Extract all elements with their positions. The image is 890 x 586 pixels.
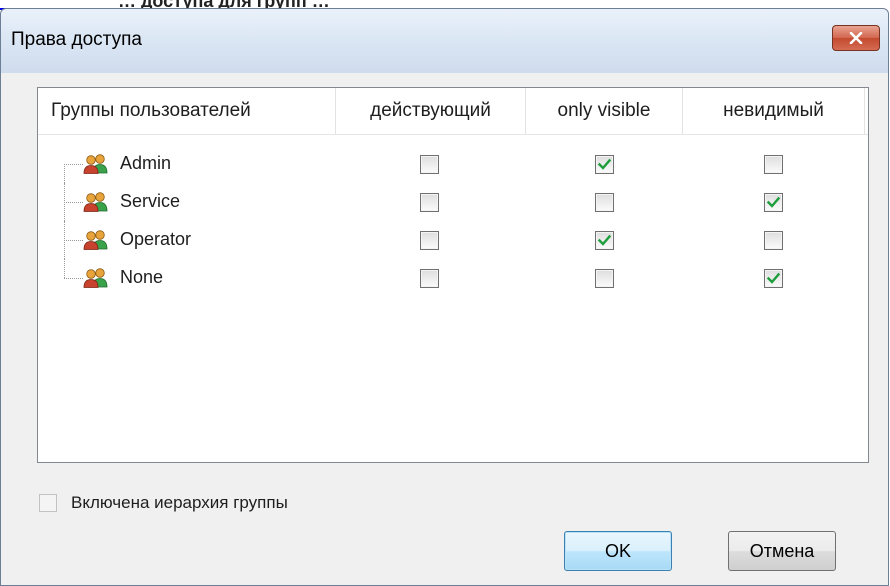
tree-connector-horizontal [64,240,83,241]
column-header-active[interactable]: действующий [336,88,526,134]
checkbox-only-visible[interactable] [595,155,614,174]
tree-connector-horizontal [64,278,83,279]
tree-connector-vertical [64,259,65,278]
checkmark-icon [766,196,781,208]
checkbox-active[interactable] [420,269,439,288]
checkmark-icon [766,272,781,284]
column-header-only-visible[interactable]: only visible [526,88,683,134]
group-name: None [120,267,164,287]
group-name: Service [120,191,181,211]
column-header-groups[interactable]: Группы пользователей [38,88,336,134]
tree-row[interactable]: Operator [38,221,868,259]
group-name: Admin [120,153,172,173]
checkbox-active[interactable] [420,231,439,250]
group-name: Operator [120,229,192,249]
user-group-icon [83,268,109,288]
checkbox-invisible[interactable] [764,269,783,288]
checkbox-active[interactable] [420,155,439,174]
tree-connector-vertical [64,164,65,183]
user-group-icon [83,230,109,250]
checkbox-invisible[interactable] [764,231,783,250]
group-permissions-tree[interactable]: Группы пользователей действующий only vi… [37,87,869,463]
checkbox-active[interactable] [420,193,439,212]
tree-connector-horizontal [64,202,83,203]
checkbox-invisible[interactable] [764,193,783,212]
tree-row[interactable]: None [38,259,868,297]
user-group-icon [83,154,109,174]
checkbox-invisible[interactable] [764,155,783,174]
hierarchy-label: Включена иерархия группы [71,493,288,512]
checkbox-only-visible[interactable] [595,231,614,250]
column-header-row: Группы пользователей действующий only vi… [38,88,868,135]
checkmark-icon [597,234,612,246]
cancel-button[interactable]: Отмена [728,531,836,571]
close-x-icon [849,32,863,44]
tree-connector-horizontal [64,164,83,165]
user-group-icon [83,192,109,212]
hierarchy-checkbox[interactable] [39,494,57,512]
tree-row[interactable]: Admin [38,145,868,183]
dialog-titlebar[interactable]: Права доступа [1,9,888,73]
access-rights-dialog: Права доступа Группы пользователей дейст… [0,8,889,586]
checkbox-only-visible[interactable] [595,193,614,212]
tree-row[interactable]: Service [38,183,868,221]
ok-button[interactable]: OK [564,531,672,571]
close-button[interactable] [832,25,880,51]
column-header-invisible[interactable]: невидимый [683,88,865,134]
checkmark-icon [597,158,612,170]
checkbox-only-visible[interactable] [595,269,614,288]
dialog-title: Права доступа [11,29,142,50]
